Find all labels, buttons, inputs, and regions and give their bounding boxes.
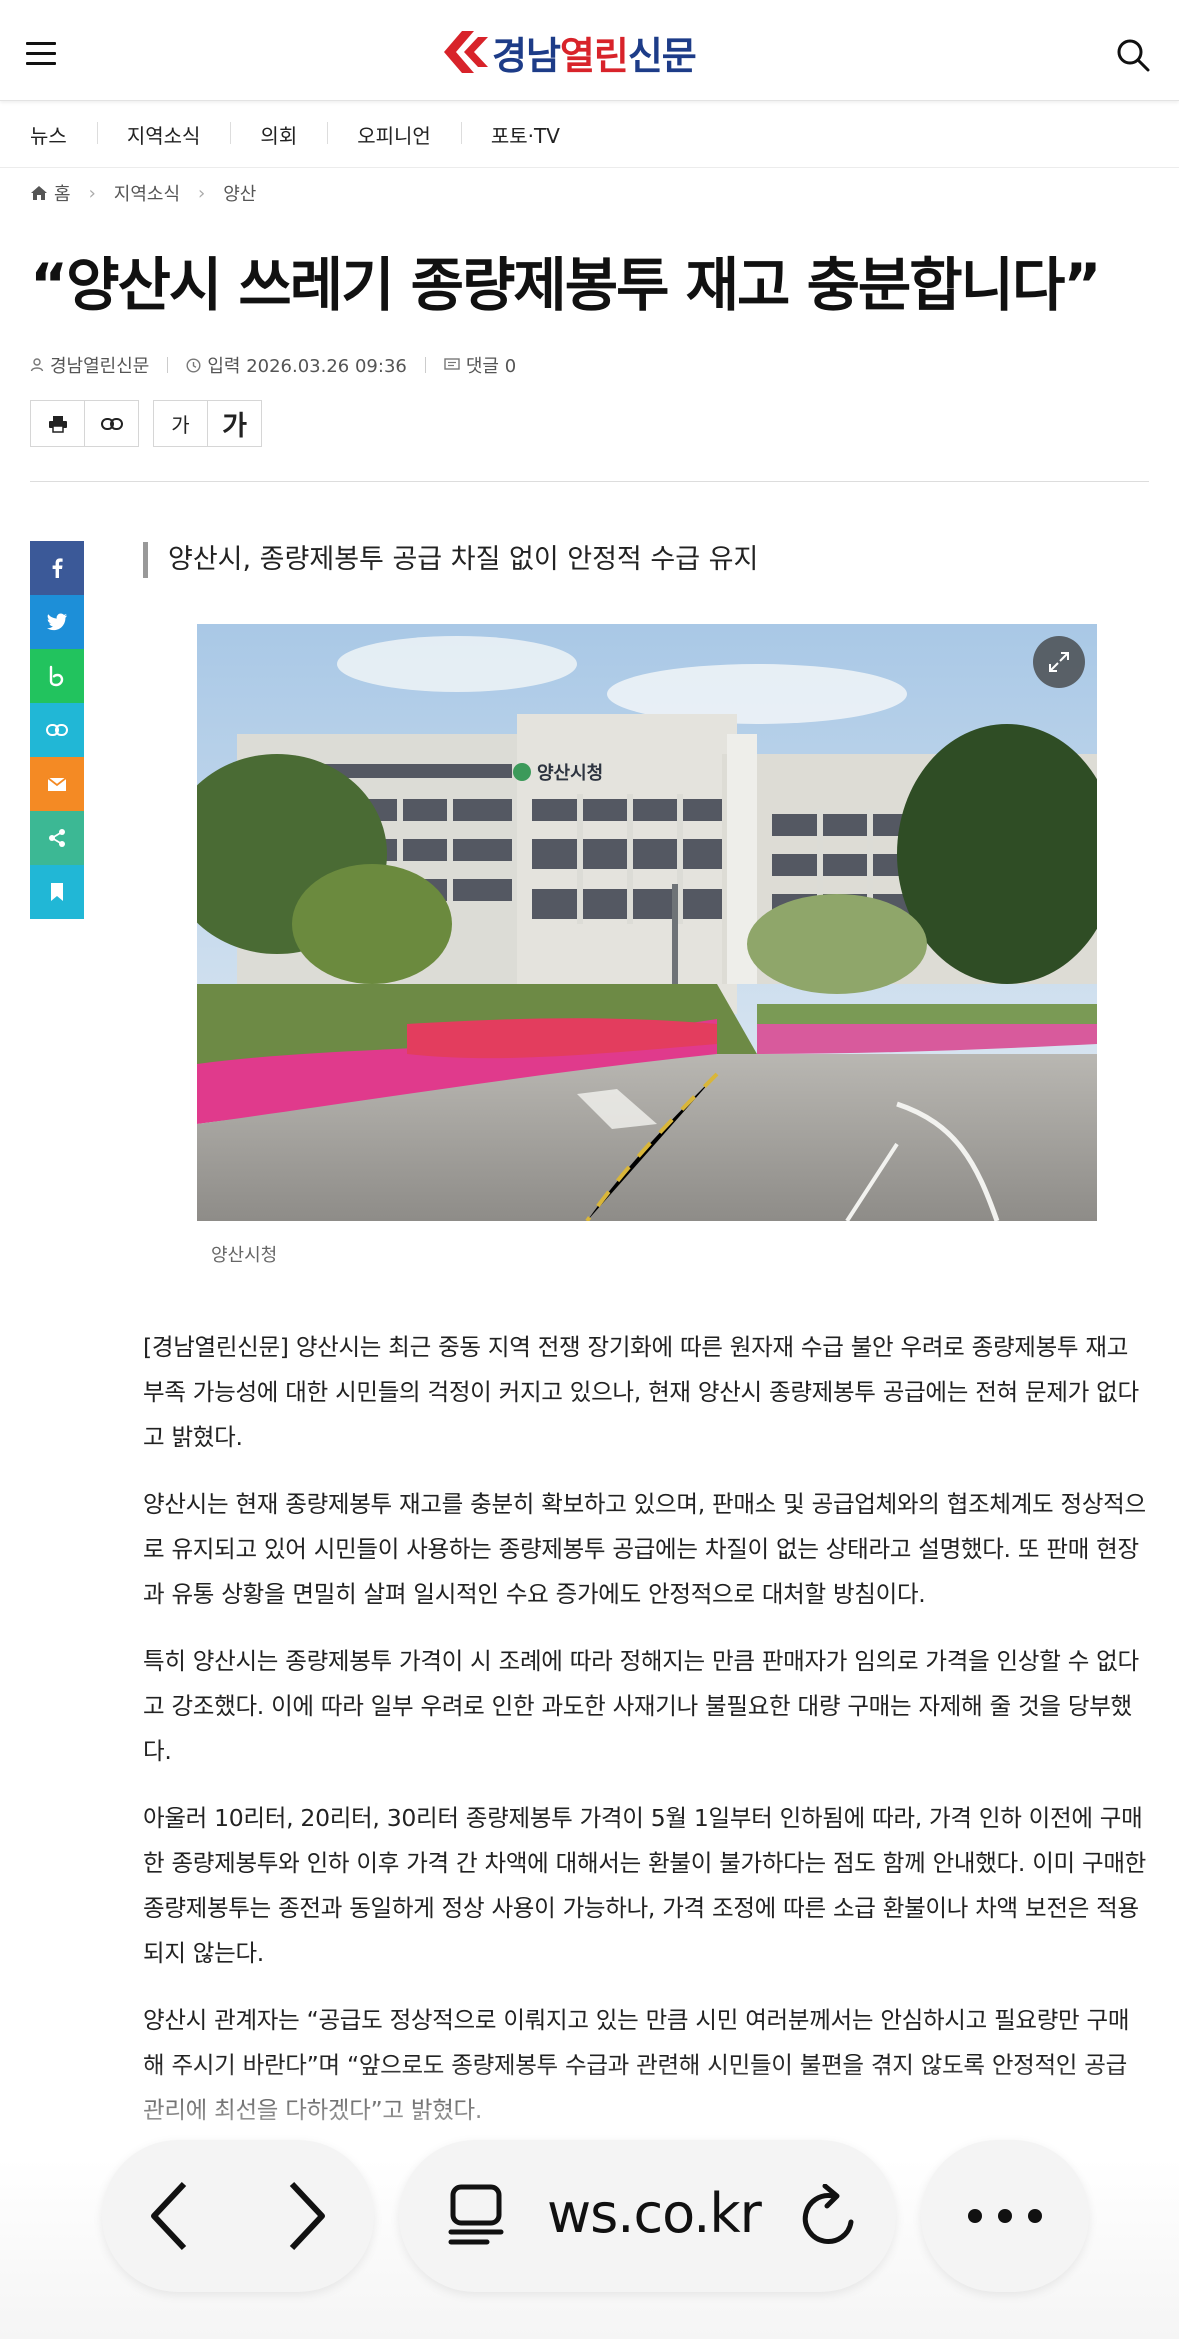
link-share-button[interactable] bbox=[30, 703, 84, 757]
mail-share-button[interactable] bbox=[30, 757, 84, 811]
font-size-group: 가 가 bbox=[153, 400, 262, 447]
back-arrow-icon[interactable] bbox=[148, 2180, 192, 2252]
search-icon[interactable] bbox=[1116, 38, 1150, 72]
home-icon bbox=[31, 186, 47, 200]
bookmark-button[interactable] bbox=[30, 865, 84, 919]
site-header: 경남 열린 신문 bbox=[0, 0, 1179, 101]
twitter-share-button[interactable] bbox=[30, 595, 84, 649]
band-share-button[interactable] bbox=[30, 649, 84, 703]
copy-link-button[interactable] bbox=[85, 401, 138, 446]
share-button[interactable] bbox=[30, 811, 84, 865]
browser-url-pill[interactable]: ws.co.kr bbox=[399, 2140, 896, 2292]
article-paragraph: 아울러 10리터, 20리터, 30리터 종량제봉투 가격이 5월 1일부터 인… bbox=[143, 1804, 1146, 1967]
clock-icon bbox=[186, 357, 201, 373]
chevron-right-icon: › bbox=[88, 182, 96, 204]
article-meta: 경남열린신문 입력 2026.03.26 09:36 댓글 0 bbox=[30, 352, 516, 378]
facebook-share-button[interactable] bbox=[30, 541, 84, 595]
expand-icon bbox=[1049, 652, 1069, 672]
comment-icon bbox=[444, 358, 460, 370]
logo-text-3: 신문 bbox=[627, 33, 697, 78]
breadcrumb-local[interactable]: 지역소식 bbox=[114, 180, 180, 206]
article-tools: 가 가 bbox=[30, 400, 276, 447]
print-link-group bbox=[30, 400, 139, 447]
link-icon bbox=[100, 417, 123, 430]
divider-line bbox=[30, 481, 1149, 482]
author-info: 경남열린신문 bbox=[30, 352, 149, 378]
font-decrease-button[interactable]: 가 bbox=[154, 401, 208, 446]
nav-item-news[interactable]: 뉴스 bbox=[0, 120, 97, 149]
nav-item-photo-tv[interactable]: 포토·TV bbox=[460, 120, 590, 149]
band-icon bbox=[49, 665, 64, 687]
link-icon bbox=[46, 724, 68, 736]
photo-sign-text: 양산시청 bbox=[537, 763, 603, 784]
browser-more-pill[interactable] bbox=[921, 2140, 1089, 2292]
author-name: 경남열린신문 bbox=[50, 356, 150, 377]
comment-count: 댓글 0 bbox=[465, 356, 517, 377]
article-photo[interactable]: 양산시청 bbox=[197, 624, 1097, 1221]
logo-chevron-icon bbox=[444, 31, 488, 73]
article-title: “양산시 쓰레기 종량제봉투 재고 충분합니다” bbox=[30, 251, 1101, 319]
publish-info: 입력 2026.03.26 09:36 bbox=[186, 352, 407, 378]
print-icon bbox=[48, 415, 67, 433]
hamburger-menu-icon[interactable] bbox=[26, 42, 56, 66]
browser-nav-pill bbox=[102, 2140, 374, 2292]
expand-image-button[interactable] bbox=[1033, 636, 1085, 688]
more-options-icon[interactable] bbox=[965, 2206, 1045, 2226]
meta-divider bbox=[167, 357, 169, 373]
person-icon bbox=[30, 358, 44, 372]
breadcrumb: 홈 › 지역소식 › 양산 bbox=[30, 180, 256, 206]
site-logo[interactable]: 경남 열린 신문 bbox=[440, 26, 697, 78]
article-paragraph: 양산시는 현재 종량제봉투 재고를 충분히 확보하고 있으며, 판매소 및 공급… bbox=[143, 1490, 1146, 1608]
publish-date: 입력 2026.03.26 09:36 bbox=[207, 356, 407, 377]
chevron-right-icon: › bbox=[198, 182, 206, 204]
print-button[interactable] bbox=[31, 401, 85, 446]
reload-icon[interactable] bbox=[799, 2184, 861, 2250]
nav-item-local[interactable]: 지역소식 bbox=[96, 120, 231, 149]
article-paragraph: 특히 양산시는 종량제봉투 가격이 시 조례에 따라 정해지는 만큼 판매자가 … bbox=[143, 1647, 1139, 1765]
share-icon bbox=[49, 829, 65, 847]
article-subtitle: 양산시, 종량제봉투 공급 차질 없이 안정적 수급 유지 bbox=[143, 542, 758, 578]
article-body: [경남열린신문] 양산시는 최근 중동 지역 전쟁 장기화에 따른 원자재 수급… bbox=[143, 1325, 1149, 2155]
tab-overview-icon[interactable] bbox=[447, 2184, 505, 2246]
nav-item-opinion[interactable]: 오피니언 bbox=[327, 120, 461, 149]
logo-text-1: 경남 bbox=[492, 33, 561, 78]
nav-item-council[interactable]: 의회 bbox=[230, 120, 327, 149]
breadcrumb-yangsan[interactable]: 양산 bbox=[223, 180, 256, 206]
main-nav: 뉴스 지역소식 의회 오피니언 포토·TV bbox=[0, 101, 1179, 168]
bookmark-icon bbox=[51, 883, 63, 901]
twitter-icon bbox=[47, 613, 67, 631]
photo-caption: 양산시청 bbox=[211, 1245, 278, 1266]
font-increase-button[interactable]: 가 bbox=[208, 401, 261, 446]
mail-icon bbox=[47, 776, 67, 791]
breadcrumb-home[interactable]: 홈 bbox=[54, 180, 71, 206]
comment-info[interactable]: 댓글 0 bbox=[444, 352, 516, 378]
city-hall-photo: 양산시청 bbox=[197, 624, 1097, 1221]
logo-text-2: 열린 bbox=[559, 33, 629, 78]
article-paragraph: [경남열린신문] 양산시는 최근 중동 지역 전쟁 장기화에 따른 원자재 수급… bbox=[143, 1333, 1139, 1451]
meta-divider bbox=[424, 357, 426, 373]
forward-arrow-icon[interactable] bbox=[284, 2180, 328, 2252]
url-text[interactable]: ws.co.kr bbox=[547, 2182, 762, 2245]
facebook-icon bbox=[52, 558, 63, 578]
share-sidebar bbox=[30, 541, 84, 919]
